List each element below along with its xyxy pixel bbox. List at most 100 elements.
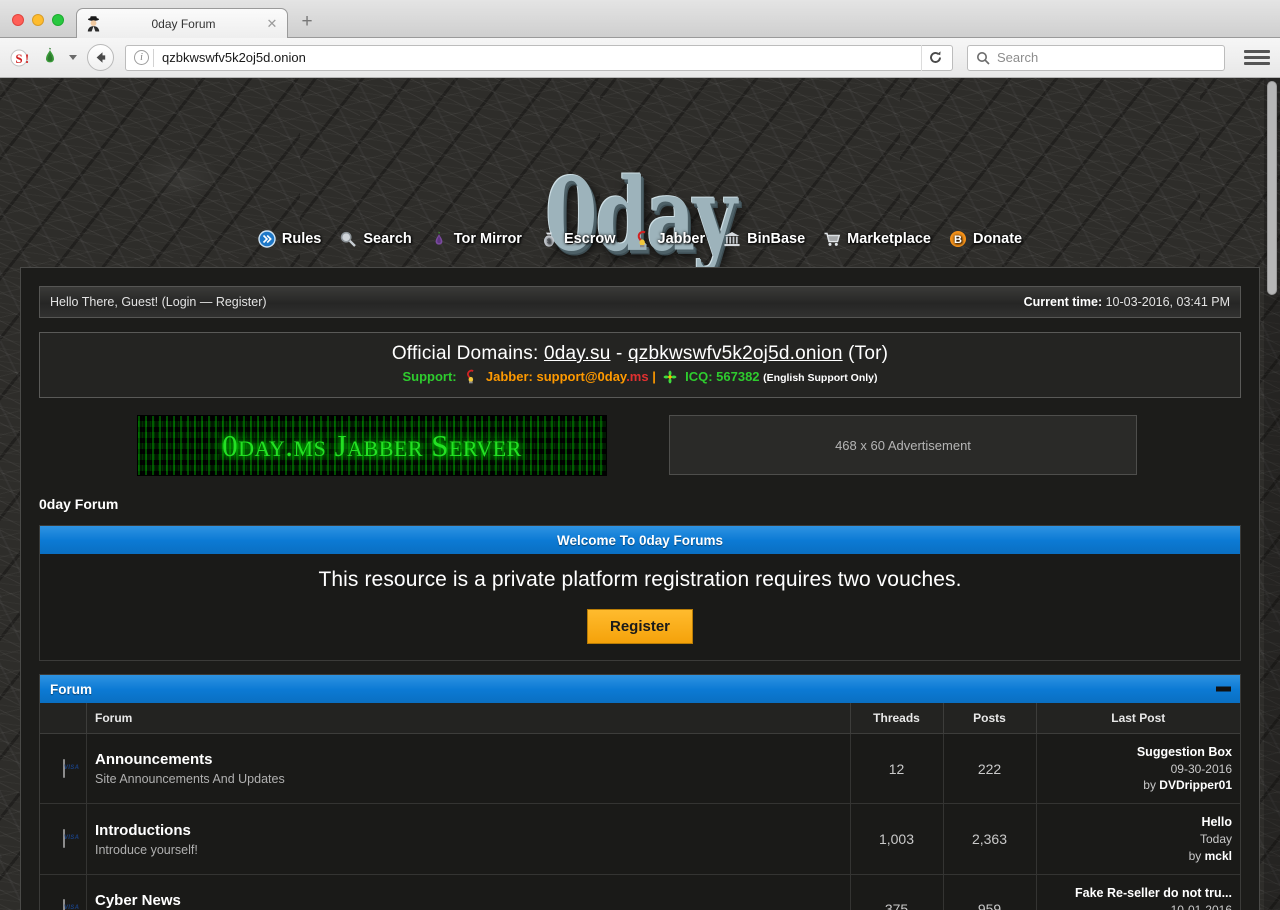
new-tab-button[interactable]: +	[294, 12, 320, 32]
s-exclaim-icon[interactable]: S !	[10, 47, 32, 69]
tab-close-icon[interactable]: ✕	[265, 16, 279, 32]
address-bar[interactable]: i qzbkwswfv5k2oj5d.onion	[125, 44, 953, 71]
welcome-panel-header: Welcome To 0day Forums	[40, 526, 1240, 554]
register-button[interactable]: Register	[586, 609, 694, 644]
page-scrollbar[interactable]	[1264, 78, 1280, 910]
breadcrumb[interactable]: 0day Forum	[39, 496, 1241, 512]
author-link[interactable]: DVDripper01	[1159, 778, 1232, 792]
page-viewport: 0day Rules Search Tor Mirror $ Escrow Ja…	[0, 78, 1280, 910]
posts-count: 222	[943, 733, 1037, 805]
site-info-icon[interactable]: i	[134, 50, 149, 65]
forum-link[interactable]: Cyber News	[95, 892, 842, 909]
table-header-row: Forum Threads Posts Last Post	[40, 703, 1240, 735]
last-post-title[interactable]: Hello	[1045, 814, 1232, 831]
tor-onion-icon[interactable]	[39, 47, 61, 69]
maximize-window-button[interactable]	[52, 14, 64, 26]
nav-item-jabber[interactable]: Jabber	[634, 230, 706, 248]
table-row[interactable]: VISA Announcements Site Announcements An…	[40, 733, 1240, 805]
svg-text:$: $	[547, 239, 551, 246]
divider	[153, 48, 154, 67]
greeting-text[interactable]: Hello There, Guest! (Login — Register)	[50, 295, 267, 309]
address-bar-actions	[921, 44, 948, 71]
close-window-button[interactable]	[12, 14, 24, 26]
forum-icon-cell: VISA	[40, 803, 87, 875]
forum-link[interactable]: Announcements	[95, 751, 842, 768]
browser-tab[interactable]: 0day Forum ✕	[76, 8, 288, 38]
red-bulb-icon	[462, 369, 480, 387]
spy-favicon-icon	[85, 15, 102, 32]
shopping-cart-icon	[823, 230, 841, 248]
main-nav: Rules Search Tor Mirror $ Escrow Jabber …	[0, 223, 1280, 253]
forum-panel-title: Forum	[50, 681, 92, 697]
nav-item-rules[interactable]: Rules	[258, 230, 321, 248]
last-post-cell: Fake Re-seller do not tru... 10-01-2016 …	[1036, 874, 1240, 910]
site-header: 0day	[0, 78, 1280, 266]
advertisement-slot[interactable]: 468 x 60 Advertisement	[669, 415, 1137, 475]
purple-onion-icon	[430, 230, 448, 248]
search-input[interactable]: Search	[967, 44, 1225, 71]
official-domains-panel: Official Domains: 0day.su - qzbkwswfv5k2…	[39, 332, 1241, 398]
table-row[interactable]: VISA Introductions Introduce yourself! 1…	[40, 803, 1240, 875]
nav-item-marketplace[interactable]: Marketplace	[823, 230, 931, 248]
search-placeholder: Search	[997, 50, 1039, 65]
chevron-down-icon[interactable]	[69, 55, 77, 60]
posts-count: 959	[943, 874, 1037, 910]
domain-onion-link[interactable]: qzbkwswfv5k2oj5d.onion	[628, 343, 843, 364]
forum-name-cell: Introductions Introduce yourself!	[86, 803, 851, 875]
red-bulb-icon	[634, 230, 652, 248]
nav-label: Escrow	[563, 231, 616, 247]
last-post-cell: Suggestion Box 09-30-2016 by DVDripper01	[1036, 733, 1240, 805]
svg-text:S: S	[15, 51, 22, 66]
current-time-label: Current time:	[1023, 295, 1103, 309]
bank-icon	[723, 230, 741, 248]
minus-icon[interactable]	[1216, 686, 1231, 692]
current-time: Current time: 10-03-2016, 03:41 PM	[1024, 295, 1230, 309]
last-post-author: by DVDripper01	[1045, 777, 1232, 793]
nav-label: Jabber	[657, 231, 706, 247]
browser-toolbar: S ! i qzbkwswfv5k2oj5d.onion Search	[0, 38, 1280, 78]
jabber-support-address[interactable]: Jabber: support@0day	[486, 369, 626, 384]
by-prefix: by	[1143, 778, 1160, 793]
forum-table-body: VISA Announcements Site Announcements An…	[40, 733, 1240, 910]
domain-clearnet-link[interactable]: 0day.su	[544, 343, 611, 364]
minimize-window-button[interactable]	[32, 14, 44, 26]
svg-text:B: B	[954, 234, 962, 246]
threads-count: 1,003	[850, 803, 944, 875]
by-prefix: by	[1188, 848, 1205, 863]
forum-link[interactable]: Introductions	[95, 822, 842, 839]
forum-panel-header: Forum	[40, 675, 1240, 703]
last-post-author: by mckl	[1045, 848, 1232, 864]
nav-item-escrow[interactable]: $ Escrow	[540, 230, 616, 248]
last-post-title[interactable]: Fake Re-seller do not tru...	[1045, 885, 1232, 902]
back-button[interactable]	[87, 44, 114, 71]
nav-item-binbase[interactable]: BinBase	[723, 230, 805, 248]
jabber-support-tld: .ms	[626, 369, 649, 384]
nav-item-donate[interactable]: B Donate	[949, 230, 1022, 248]
table-row[interactable]: VISA Cyber News Hacking, carding, securi…	[40, 874, 1240, 910]
author-link[interactable]: mckl	[1205, 849, 1232, 863]
last-post-title[interactable]: Suggestion Box	[1045, 744, 1232, 761]
nav-label: Tor Mirror	[453, 231, 522, 247]
reload-button[interactable]	[921, 44, 948, 71]
tab-title: 0day Forum	[151, 16, 216, 31]
forum-panel: Forum Forum Threads Posts Last Post Anno…	[39, 674, 1241, 910]
support-label: Support:	[402, 369, 457, 384]
icq-flower-icon	[661, 370, 679, 388]
support-line: Support: Jabber: support@0day.ms | ICQ: …	[48, 369, 1232, 388]
magnifier-icon	[339, 230, 357, 248]
column-posts: Posts	[943, 703, 1037, 735]
tab-strip: 0day Forum ✕ +	[0, 0, 1280, 38]
last-post-date: Today	[1199, 832, 1232, 847]
forum-content: Hello There, Guest! (Login — Register) C…	[20, 267, 1260, 910]
last-post-date: 10-01-2016	[1170, 902, 1232, 910]
nav-item-tor-mirror[interactable]: Tor Mirror	[430, 230, 522, 248]
scrollbar-thumb[interactable]	[1267, 81, 1277, 295]
ad-placeholder-text: 468 x 60 Advertisement	[835, 437, 971, 453]
banner-row: 0day.ms Jabber Server 468 x 60 Advertise…	[39, 415, 1241, 476]
jabber-server-banner[interactable]: 0day.ms Jabber Server	[137, 415, 607, 476]
menu-button[interactable]	[1244, 50, 1270, 65]
welcome-panel-body: This resource is a private platform regi…	[40, 554, 1240, 660]
welcome-message: This resource is a private platform regi…	[318, 568, 962, 591]
nav-item-search[interactable]: Search	[339, 230, 412, 248]
icq-support: ICQ: 567382	[685, 369, 760, 384]
